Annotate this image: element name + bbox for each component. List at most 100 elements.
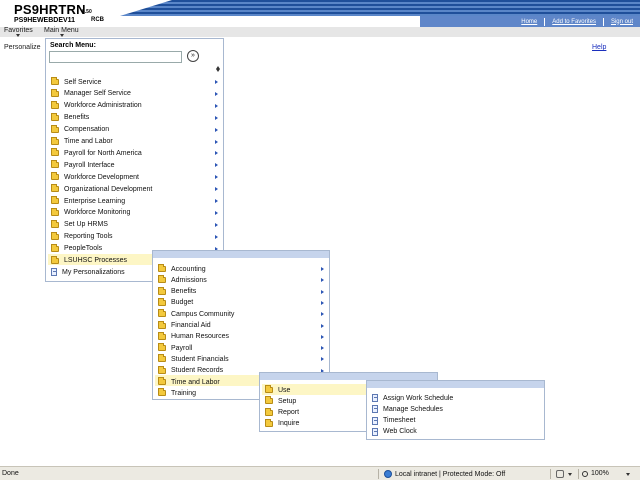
folder-icon [51,243,59,252]
chevron-right-icon [321,300,324,305]
main-menu-item[interactable]: Workforce Administration [51,100,142,112]
sign-out-link[interactable]: Sign out [611,19,633,25]
help-link[interactable]: Help [592,44,606,51]
folder-icon [51,148,59,157]
lsuhsc-menu-item[interactable]: Accounting [158,263,206,275]
protected-mode-icon[interactable] [556,470,564,478]
main-menu-item[interactable]: Manager Self Service [51,88,131,100]
time-labor-menu-item-label: Inquire [278,420,300,428]
chevron-right-icon [321,267,324,271]
chevron-right-icon [215,163,218,168]
time-labor-menu-item[interactable]: Use [265,384,290,396]
lsuhsc-menu-item-label: Student Records [171,367,224,375]
folder-icon [158,388,166,397]
folder-icon [158,365,166,374]
main-menu-item[interactable]: Self Service [51,76,101,88]
main-menu-item[interactable]: Workforce Development [51,171,139,183]
folder-icon [265,407,273,416]
folder-icon [158,264,166,272]
zoom-control[interactable]: 100% [582,470,609,477]
main-menu-item[interactable]: Payroll Interface [51,159,115,171]
header-stripes [120,0,640,16]
lsuhsc-menu-item[interactable]: Campus Community [158,308,234,320]
time-labor-menu-item-label: Report [278,409,300,417]
folder-icon [51,196,59,204]
lsuhsc-menu-item[interactable]: Payroll [158,342,192,354]
lsuhsc-menu-item[interactable]: Student Financials [158,353,229,365]
nav-separator [602,17,604,26]
nav-separator [544,17,546,26]
main-menu-item[interactable]: Organizational Development [51,183,152,195]
main-menu-item-label: Time and Labor [64,138,113,145]
lsuhsc-menu-item[interactable]: Student Records [158,365,223,377]
folder-icon [51,100,59,109]
main-menu-item[interactable]: PeopleTools [51,243,102,255]
chevron-right-icon [321,357,324,362]
main-menu-item-label: My Personalizations [62,268,125,276]
lsuhsc-menu-item-label: Human Resources [171,333,229,341]
chevron-right-icon [321,312,324,317]
main-menu[interactable]: Main Menu [44,27,79,34]
search-input[interactable] [49,51,182,63]
folder-icon [158,331,166,340]
time-labor-menu-item-label: Use [278,386,291,394]
time-labor-menu-item[interactable]: Inquire [265,418,299,430]
status-separator [550,469,551,479]
zoom-icon [582,470,588,477]
main-menu-item[interactable]: Payroll for North America [51,147,142,159]
lsuhsc-menu-item-label: Student Financials [171,355,229,363]
lsuhsc-menu-item[interactable]: Financial Aid [158,320,211,332]
chevron-down-icon [626,473,630,476]
security-zone[interactable]: Local intranet | Protected Mode: Off [384,470,505,478]
chevron-right-icon [215,151,218,156]
chevron-right-icon [215,199,218,203]
use-menu-item[interactable]: Assign Work Schedule [372,392,453,404]
status-separator [378,469,379,479]
main-menu-item[interactable]: Compensation [51,124,109,136]
main-menu-item[interactable]: My Personalizations [51,266,125,278]
folder-icon [158,275,166,284]
lsuhsc-menu-item[interactable]: Time and Labor [158,376,220,388]
main-menu-item[interactable]: Time and Labor [51,136,113,148]
main-menu-panel: Search Menu: » Self Service Manager Self … [45,38,224,282]
use-menu-item[interactable]: Timesheet [372,415,415,427]
chevron-right-icon [215,175,218,180]
lsuhsc-menu-item-label: Budget [171,299,194,307]
lsuhsc-menu-item[interactable]: Admissions [158,274,207,286]
main-menu-item-label: Payroll Interface [64,161,115,169]
time-labor-menu-item[interactable]: Report [265,407,299,419]
app-header: PS9HRTRN 8.50 PS9HEWEBDEV11 RCB Home Add… [0,0,640,28]
main-menu-item[interactable]: Enterprise Learning [51,195,125,207]
main-menu-item[interactable]: Set Up HRMS [51,219,108,231]
chevron-right-icon [215,127,218,132]
main-menu-item[interactable]: LSUHSC Processes [51,255,127,267]
lsuhsc-menu-item-label: Financial Aid [171,322,211,329]
document-icon [372,427,378,436]
lsuhsc-menu-item[interactable]: Human Resources [158,331,229,343]
search-go-button[interactable]: » [187,50,199,62]
globe-icon [384,470,392,478]
chevron-down-icon [568,473,572,476]
favorites-menu[interactable]: Favorites [4,27,33,34]
chevron-right-icon [215,139,218,144]
chevron-right-icon [215,210,218,215]
panel-header [367,381,544,388]
time-labor-menu-item[interactable]: Setup [265,395,296,407]
personalize-link[interactable]: Personalize [4,44,41,51]
chevron-right-icon [215,80,218,84]
folder-icon [51,255,59,264]
folder-icon [158,297,166,306]
use-menu-item[interactable]: Manage Schedules [372,403,443,415]
sort-icon[interactable] [216,66,221,72]
main-menu-item[interactable]: Benefits [51,112,89,124]
folder-icon [51,112,59,121]
add-to-favorites-link[interactable]: Add to Favorites [552,19,596,25]
lsuhsc-menu-item[interactable]: Benefits [158,286,196,298]
main-menu-item[interactable]: Workforce Monitoring [51,207,130,219]
main-menu-item[interactable]: Reporting Tools [51,231,113,243]
lsuhsc-menu-item[interactable]: Training [158,387,196,399]
lsuhsc-menu-item[interactable]: Budget [158,297,193,309]
lsuhsc-menu-item-label: Training [171,389,197,397]
use-menu-item[interactable]: Web Clock [372,426,417,438]
home-link[interactable]: Home [521,19,537,25]
